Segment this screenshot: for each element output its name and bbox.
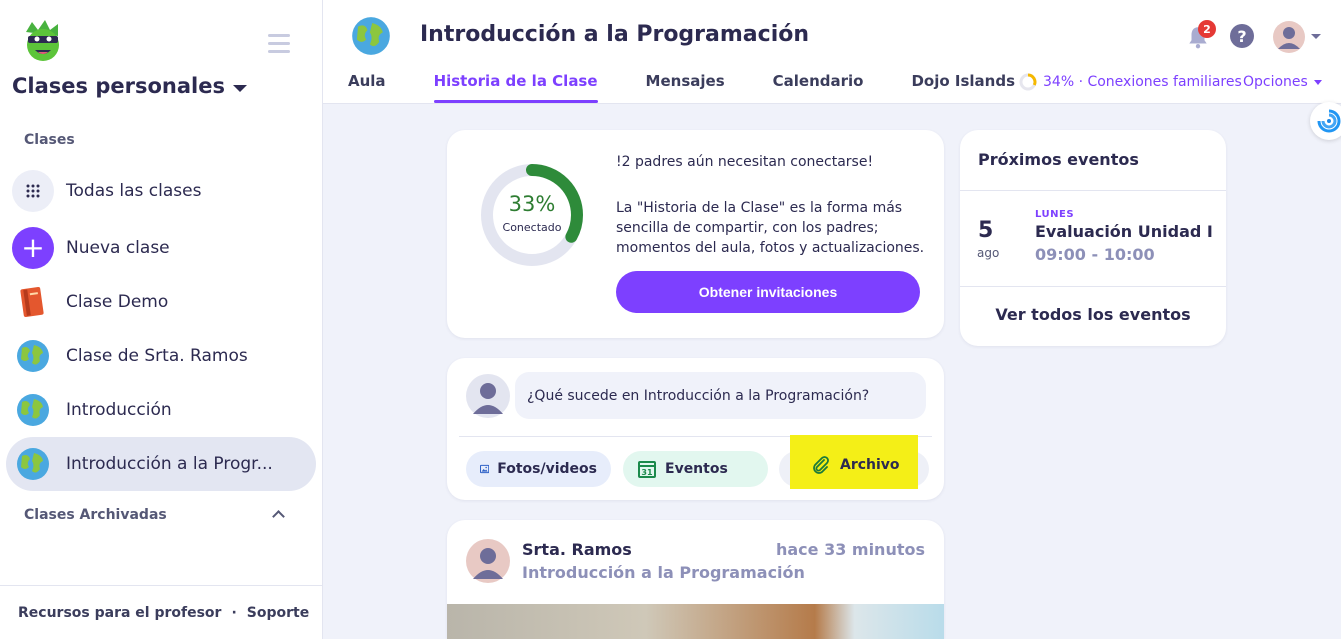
sidebar-item-new-class[interactable]: + Nueva clase bbox=[6, 221, 316, 275]
options-menu[interactable]: Opciones bbox=[1243, 74, 1322, 90]
menu-icon[interactable] bbox=[268, 34, 290, 58]
photos-videos-label: Fotos/videos bbox=[497, 461, 597, 477]
divider bbox=[960, 286, 1226, 287]
connection-percent-label: Conectado bbox=[502, 221, 562, 234]
chevron-down-icon[interactable] bbox=[1311, 34, 1321, 39]
paperclip-icon bbox=[813, 456, 829, 474]
avatar bbox=[466, 539, 510, 583]
calendar-icon: 31 bbox=[638, 461, 656, 478]
events-label: Eventos bbox=[665, 461, 728, 477]
sidebar-item-srta-ramos[interactable]: Clase de Srta. Ramos bbox=[6, 329, 316, 383]
class-tabs: Aula Historia de la Clase Mensajes Calen… bbox=[348, 72, 1063, 103]
event-day: 5 bbox=[978, 218, 994, 243]
globe-icon bbox=[352, 17, 390, 55]
svg-text:31: 31 bbox=[641, 468, 653, 477]
sidebar-item-introduccion[interactable]: Introducción bbox=[6, 383, 316, 437]
post-author[interactable]: Srta. Ramos bbox=[522, 540, 632, 559]
globe-icon bbox=[12, 443, 54, 485]
sidebar-item-label: Nueva clase bbox=[66, 238, 170, 258]
help-icon[interactable]: ? bbox=[1230, 24, 1254, 48]
school-title: Clases personales bbox=[12, 74, 225, 98]
sidebar-item-label: Introducción a la Progr... bbox=[66, 454, 273, 474]
divider bbox=[960, 190, 1226, 191]
image-icon bbox=[480, 464, 490, 474]
footer-separator: · bbox=[231, 604, 237, 621]
post-input[interactable]: ¿Qué sucede en Introducción a la Program… bbox=[515, 372, 926, 419]
sidebar-item-label: Clase Demo bbox=[66, 292, 169, 312]
sidebar-footer: Recursos para el profesor · Soporte bbox=[0, 585, 323, 639]
notification-badge: 2 bbox=[1198, 20, 1216, 38]
chevron-up-icon[interactable] bbox=[272, 510, 285, 523]
plus-icon: + bbox=[12, 227, 54, 269]
parent-connection-card: 33% Conectado !2 padres aún necesitan co… bbox=[447, 130, 944, 338]
class-header: Introducción a la Programación Aula Hist… bbox=[323, 0, 1341, 104]
event-name[interactable]: Evaluación Unidad I bbox=[1035, 222, 1213, 241]
school-selector[interactable]: Clases personales bbox=[12, 74, 247, 98]
avatar[interactable] bbox=[1273, 21, 1305, 53]
avatar bbox=[466, 374, 510, 418]
sidebar-item-label: Clase de Srta. Ramos bbox=[66, 346, 248, 366]
events-button[interactable]: 31 Eventos bbox=[623, 451, 768, 487]
chevron-down-icon bbox=[1313, 79, 1322, 85]
post-photo[interactable] bbox=[447, 604, 944, 639]
connection-description: La "Historia de la Clase" es la forma má… bbox=[616, 200, 925, 256]
tab-aula[interactable]: Aula bbox=[348, 72, 386, 102]
post-class: Introducción a la Programación bbox=[522, 563, 805, 582]
sidebar-item-all-classes[interactable]: Todas las clases bbox=[6, 164, 316, 218]
classdojo-logo-icon[interactable] bbox=[18, 18, 68, 64]
events-title: Próximos eventos bbox=[978, 150, 1139, 169]
file-button[interactable]: Archivo bbox=[812, 456, 900, 474]
event-weekday: LUNES bbox=[1035, 209, 1075, 220]
story-post: Srta. Ramos Introducción a la Programaci… bbox=[447, 520, 944, 639]
get-invitations-button[interactable]: Obtener invitaciones bbox=[616, 271, 920, 313]
progress-ring-icon bbox=[1019, 73, 1037, 91]
grid-icon bbox=[12, 170, 54, 212]
see-all-events-link[interactable]: Ver todos los eventos bbox=[960, 305, 1226, 324]
support-link[interactable]: Soporte bbox=[247, 605, 309, 621]
family-connections-label: 34% · Conexiones familiares bbox=[1043, 74, 1242, 90]
tab-historia[interactable]: Historia de la Clase bbox=[433, 72, 598, 103]
file-label: Archivo bbox=[840, 457, 900, 473]
tab-mensajes[interactable]: Mensajes bbox=[646, 72, 725, 102]
connection-percent: 33% bbox=[508, 192, 556, 216]
archived-classes-toggle[interactable]: Clases Archivadas bbox=[24, 507, 167, 523]
sidebar-item-label: Introducción bbox=[66, 400, 172, 420]
sidebar-item-label: Todas las clases bbox=[66, 181, 202, 201]
sidebar: Clases personales Clases Todas las clase… bbox=[0, 0, 323, 639]
event-time: 09:00 - 10:00 bbox=[1035, 245, 1155, 264]
event-month: ago bbox=[977, 246, 1000, 260]
tab-calendario[interactable]: Calendario bbox=[773, 72, 864, 102]
globe-icon bbox=[12, 335, 54, 377]
upcoming-events-card: Próximos eventos 5 ago LUNES Evaluación … bbox=[960, 130, 1226, 346]
post-timestamp: hace 33 minutos bbox=[775, 540, 925, 559]
page-title: Introducción a la Programación bbox=[420, 22, 810, 47]
tab-dojo-islands[interactable]: Dojo Islands bbox=[911, 72, 1015, 102]
book-icon bbox=[12, 281, 54, 323]
extension-icon[interactable] bbox=[1310, 102, 1341, 140]
connection-headline: !2 padres aún necesitan conectarse! bbox=[616, 154, 874, 170]
photos-videos-button[interactable]: Fotos/videos bbox=[466, 451, 611, 487]
chevron-down-icon bbox=[232, 84, 247, 92]
classes-label: Clases bbox=[24, 132, 75, 148]
options-label: Opciones bbox=[1243, 74, 1308, 90]
sidebar-item-demo-class[interactable]: Clase Demo bbox=[6, 275, 316, 329]
sidebar-item-intro-programacion[interactable]: Introducción a la Progr... bbox=[6, 437, 316, 491]
globe-icon bbox=[12, 389, 54, 431]
family-connections-link[interactable]: 34% · Conexiones familiares bbox=[1019, 73, 1242, 91]
teacher-resources-link[interactable]: Recursos para el profesor bbox=[18, 605, 221, 621]
